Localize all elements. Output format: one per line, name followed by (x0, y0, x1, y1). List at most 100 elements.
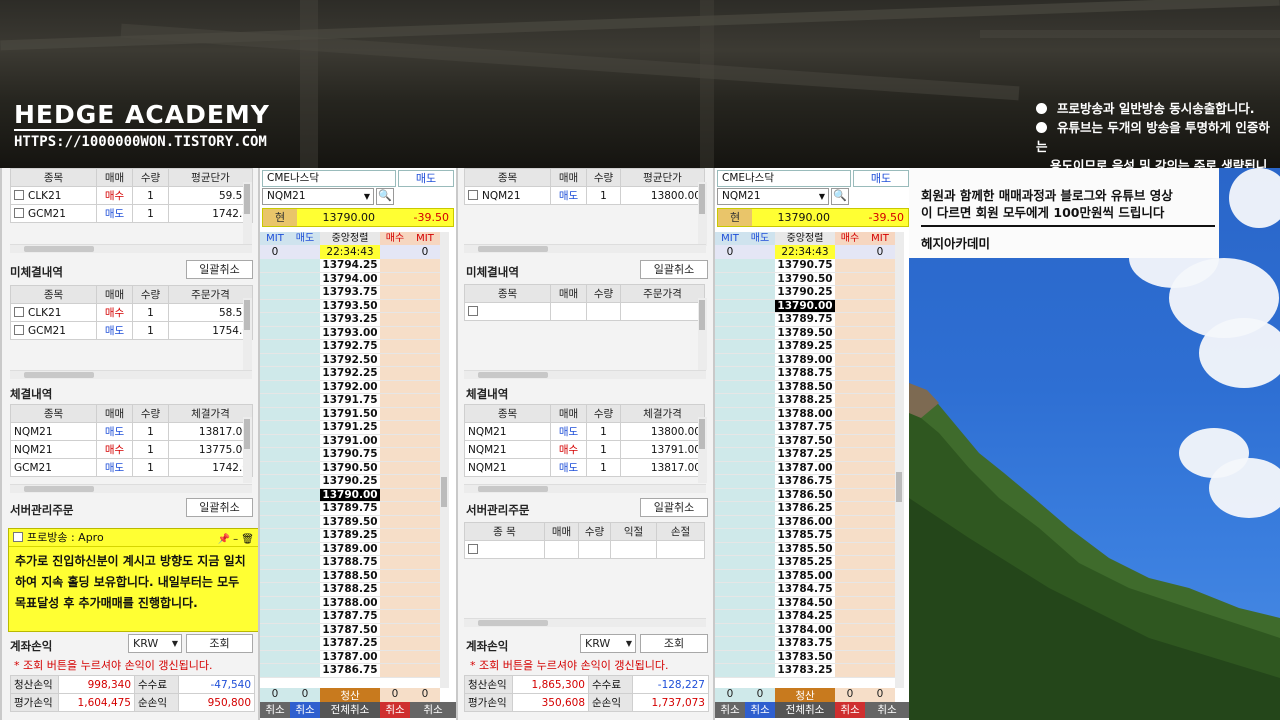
mit-buy-cell[interactable] (865, 286, 895, 300)
sell-cell[interactable] (290, 529, 320, 543)
mit-buy-cell[interactable] (865, 650, 895, 664)
sell-cell[interactable] (290, 340, 320, 354)
price-cell[interactable]: 13787.00 (775, 462, 835, 475)
sell-cell[interactable] (745, 407, 775, 421)
mit-sell-cell[interactable] (715, 542, 745, 556)
mit-buy-cell[interactable] (410, 407, 440, 421)
mit-buy-cell[interactable] (865, 461, 895, 475)
row-checkbox[interactable] (14, 324, 24, 335)
buy-cell[interactable] (380, 353, 410, 367)
mit-buy-cell[interactable] (865, 556, 895, 570)
cancel-all-button[interactable]: 일괄취소 (186, 260, 253, 279)
mit-sell-cell[interactable] (260, 448, 290, 462)
buy-cell[interactable] (835, 596, 865, 610)
mit-buy-cell[interactable] (410, 259, 440, 273)
price-cell[interactable]: 13788.50 (320, 570, 380, 583)
price-cell[interactable]: 13785.75 (775, 529, 835, 543)
price-cell[interactable]: 13789.50 (775, 327, 835, 340)
mit-sell-cell[interactable] (260, 272, 290, 286)
buy-cell[interactable] (835, 542, 865, 556)
mit-sell-cell[interactable] (715, 259, 745, 273)
price-cell[interactable]: 13792.00 (320, 381, 380, 394)
query-button[interactable]: 조회 (186, 634, 253, 653)
price-cell[interactable]: 13787.00 (320, 651, 380, 664)
buy-cell[interactable] (835, 299, 865, 313)
sell-cell[interactable] (745, 380, 775, 394)
pin-icon[interactable]: 📌 (217, 534, 229, 545)
mit-buy-cell[interactable] (410, 610, 440, 624)
table-row[interactable] (464, 302, 705, 321)
sell-cell[interactable] (745, 259, 775, 273)
price-cell[interactable]: 13789.00 (320, 543, 380, 556)
price-cell[interactable]: 13787.75 (775, 421, 835, 435)
price-cell[interactable]: 13789.25 (775, 340, 835, 354)
row-checkbox[interactable] (468, 189, 478, 200)
mit-sell-cell[interactable] (715, 340, 745, 354)
price-cell[interactable]: 13790.50 (320, 462, 380, 475)
price-cell[interactable]: 13787.25 (775, 448, 835, 462)
vertical-scrollbar[interactable] (440, 232, 449, 688)
side-selector[interactable]: 매도 (398, 170, 454, 187)
mit-sell-cell[interactable] (260, 569, 290, 583)
mit-sell-cell[interactable] (260, 664, 290, 678)
mit-buy-cell[interactable] (865, 610, 895, 624)
mit-buy-cell[interactable] (865, 529, 895, 543)
sell-cell[interactable] (290, 313, 320, 327)
buy-cell[interactable] (835, 515, 865, 529)
sell-cell[interactable] (745, 448, 775, 462)
mit-buy-cell[interactable] (410, 475, 440, 489)
settle-button[interactable]: 청산 (775, 688, 835, 702)
buy-cell[interactable] (380, 488, 410, 502)
mit-buy-cell[interactable] (410, 488, 440, 502)
mit-sell-cell[interactable] (715, 596, 745, 610)
mit-buy-cell[interactable] (410, 556, 440, 570)
price-cell[interactable]: 13788.75 (320, 556, 380, 570)
query-button[interactable]: 조회 (640, 634, 708, 653)
horizontal-scrollbar[interactable] (464, 618, 706, 627)
sell-cell[interactable] (290, 353, 320, 367)
mit-buy-cell[interactable] (410, 623, 440, 637)
sell-cell[interactable] (745, 583, 775, 597)
search-icon[interactable]: 🔍 (831, 188, 849, 205)
price-cell[interactable]: 13787.25 (320, 637, 380, 651)
mit-buy-cell[interactable] (865, 596, 895, 610)
sell-cell[interactable] (290, 488, 320, 502)
sell-cell[interactable] (745, 596, 775, 610)
mit-buy-cell[interactable] (865, 340, 895, 354)
price-cell[interactable]: 13790.00 (320, 488, 380, 502)
sell-cell[interactable] (745, 529, 775, 543)
mit-sell-cell[interactable] (260, 623, 290, 637)
sell-cell[interactable] (745, 664, 775, 678)
currency-select[interactable]: KRW ▼ (580, 634, 636, 653)
buy-cell[interactable] (835, 569, 865, 583)
buy-cell[interactable] (380, 556, 410, 570)
horizontal-scrollbar[interactable] (464, 244, 706, 253)
price-cell[interactable]: 13788.00 (775, 408, 835, 421)
sell-cell[interactable] (290, 407, 320, 421)
buy-cell[interactable] (380, 664, 410, 678)
table-row[interactable]: NQM21 매도 1 13817.00 (464, 458, 705, 477)
sell-cell[interactable] (290, 502, 320, 516)
mit-buy-cell[interactable] (865, 502, 895, 516)
buy-cell[interactable] (380, 259, 410, 273)
mit-buy-cell[interactable] (865, 515, 895, 529)
price-cell[interactable]: 13791.25 (320, 421, 380, 435)
cancel-button[interactable]: 취소 (290, 702, 320, 718)
minimize-icon[interactable]: – (233, 534, 238, 545)
buy-cell[interactable] (835, 556, 865, 570)
buy-cell[interactable] (380, 299, 410, 313)
mit-buy-cell[interactable] (410, 380, 440, 394)
row-checkbox[interactable] (14, 207, 24, 218)
center-align-header[interactable]: 중앙정렬 (775, 232, 835, 245)
buy-cell[interactable] (380, 502, 410, 516)
sell-cell[interactable] (745, 623, 775, 637)
price-cell[interactable]: 13787.50 (320, 624, 380, 637)
buy-cell[interactable] (380, 637, 410, 651)
table-row[interactable]: GCM21 매도 1 1742.0 (10, 204, 253, 223)
sell-cell[interactable] (745, 286, 775, 300)
row-checkbox[interactable] (14, 306, 24, 317)
buy-cell[interactable] (835, 272, 865, 286)
price-cell[interactable]: 13789.75 (775, 313, 835, 327)
price-cell[interactable]: 13788.25 (775, 394, 835, 408)
cancel-button[interactable]: 취소 (865, 702, 909, 718)
